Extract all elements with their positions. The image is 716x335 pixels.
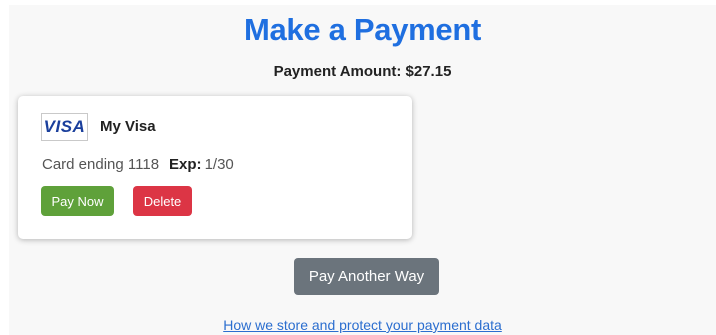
visa-logo-text: VISA bbox=[43, 117, 86, 136]
exp-value: 1/30 bbox=[204, 156, 234, 173]
pay-another-way-button[interactable]: Pay Another Way bbox=[294, 258, 439, 295]
payment-amount: Payment Amount: $27.15 bbox=[273, 63, 452, 80]
payment-page: Make a Payment Payment Amount: $27.15 VI… bbox=[9, 5, 716, 335]
privacy-link[interactable]: How we store and protect your payment da… bbox=[9, 317, 716, 333]
page-title: Make a Payment bbox=[243, 12, 482, 47]
card-ending: Card ending 1118 bbox=[42, 156, 160, 173]
pay-now-button[interactable]: Pay Now bbox=[41, 186, 114, 216]
delete-card-button[interactable]: Delete bbox=[133, 186, 192, 216]
saved-card: VISA My Visa Card ending 1118 Exp: 1/30 Pa… bbox=[18, 96, 412, 239]
exp-label: Exp: bbox=[169, 156, 202, 173]
visa-logo-icon: VISA bbox=[41, 113, 88, 141]
card-name: My Visa bbox=[100, 118, 156, 135]
card-details: Card ending 1118 Exp: 1/30 bbox=[42, 156, 234, 173]
